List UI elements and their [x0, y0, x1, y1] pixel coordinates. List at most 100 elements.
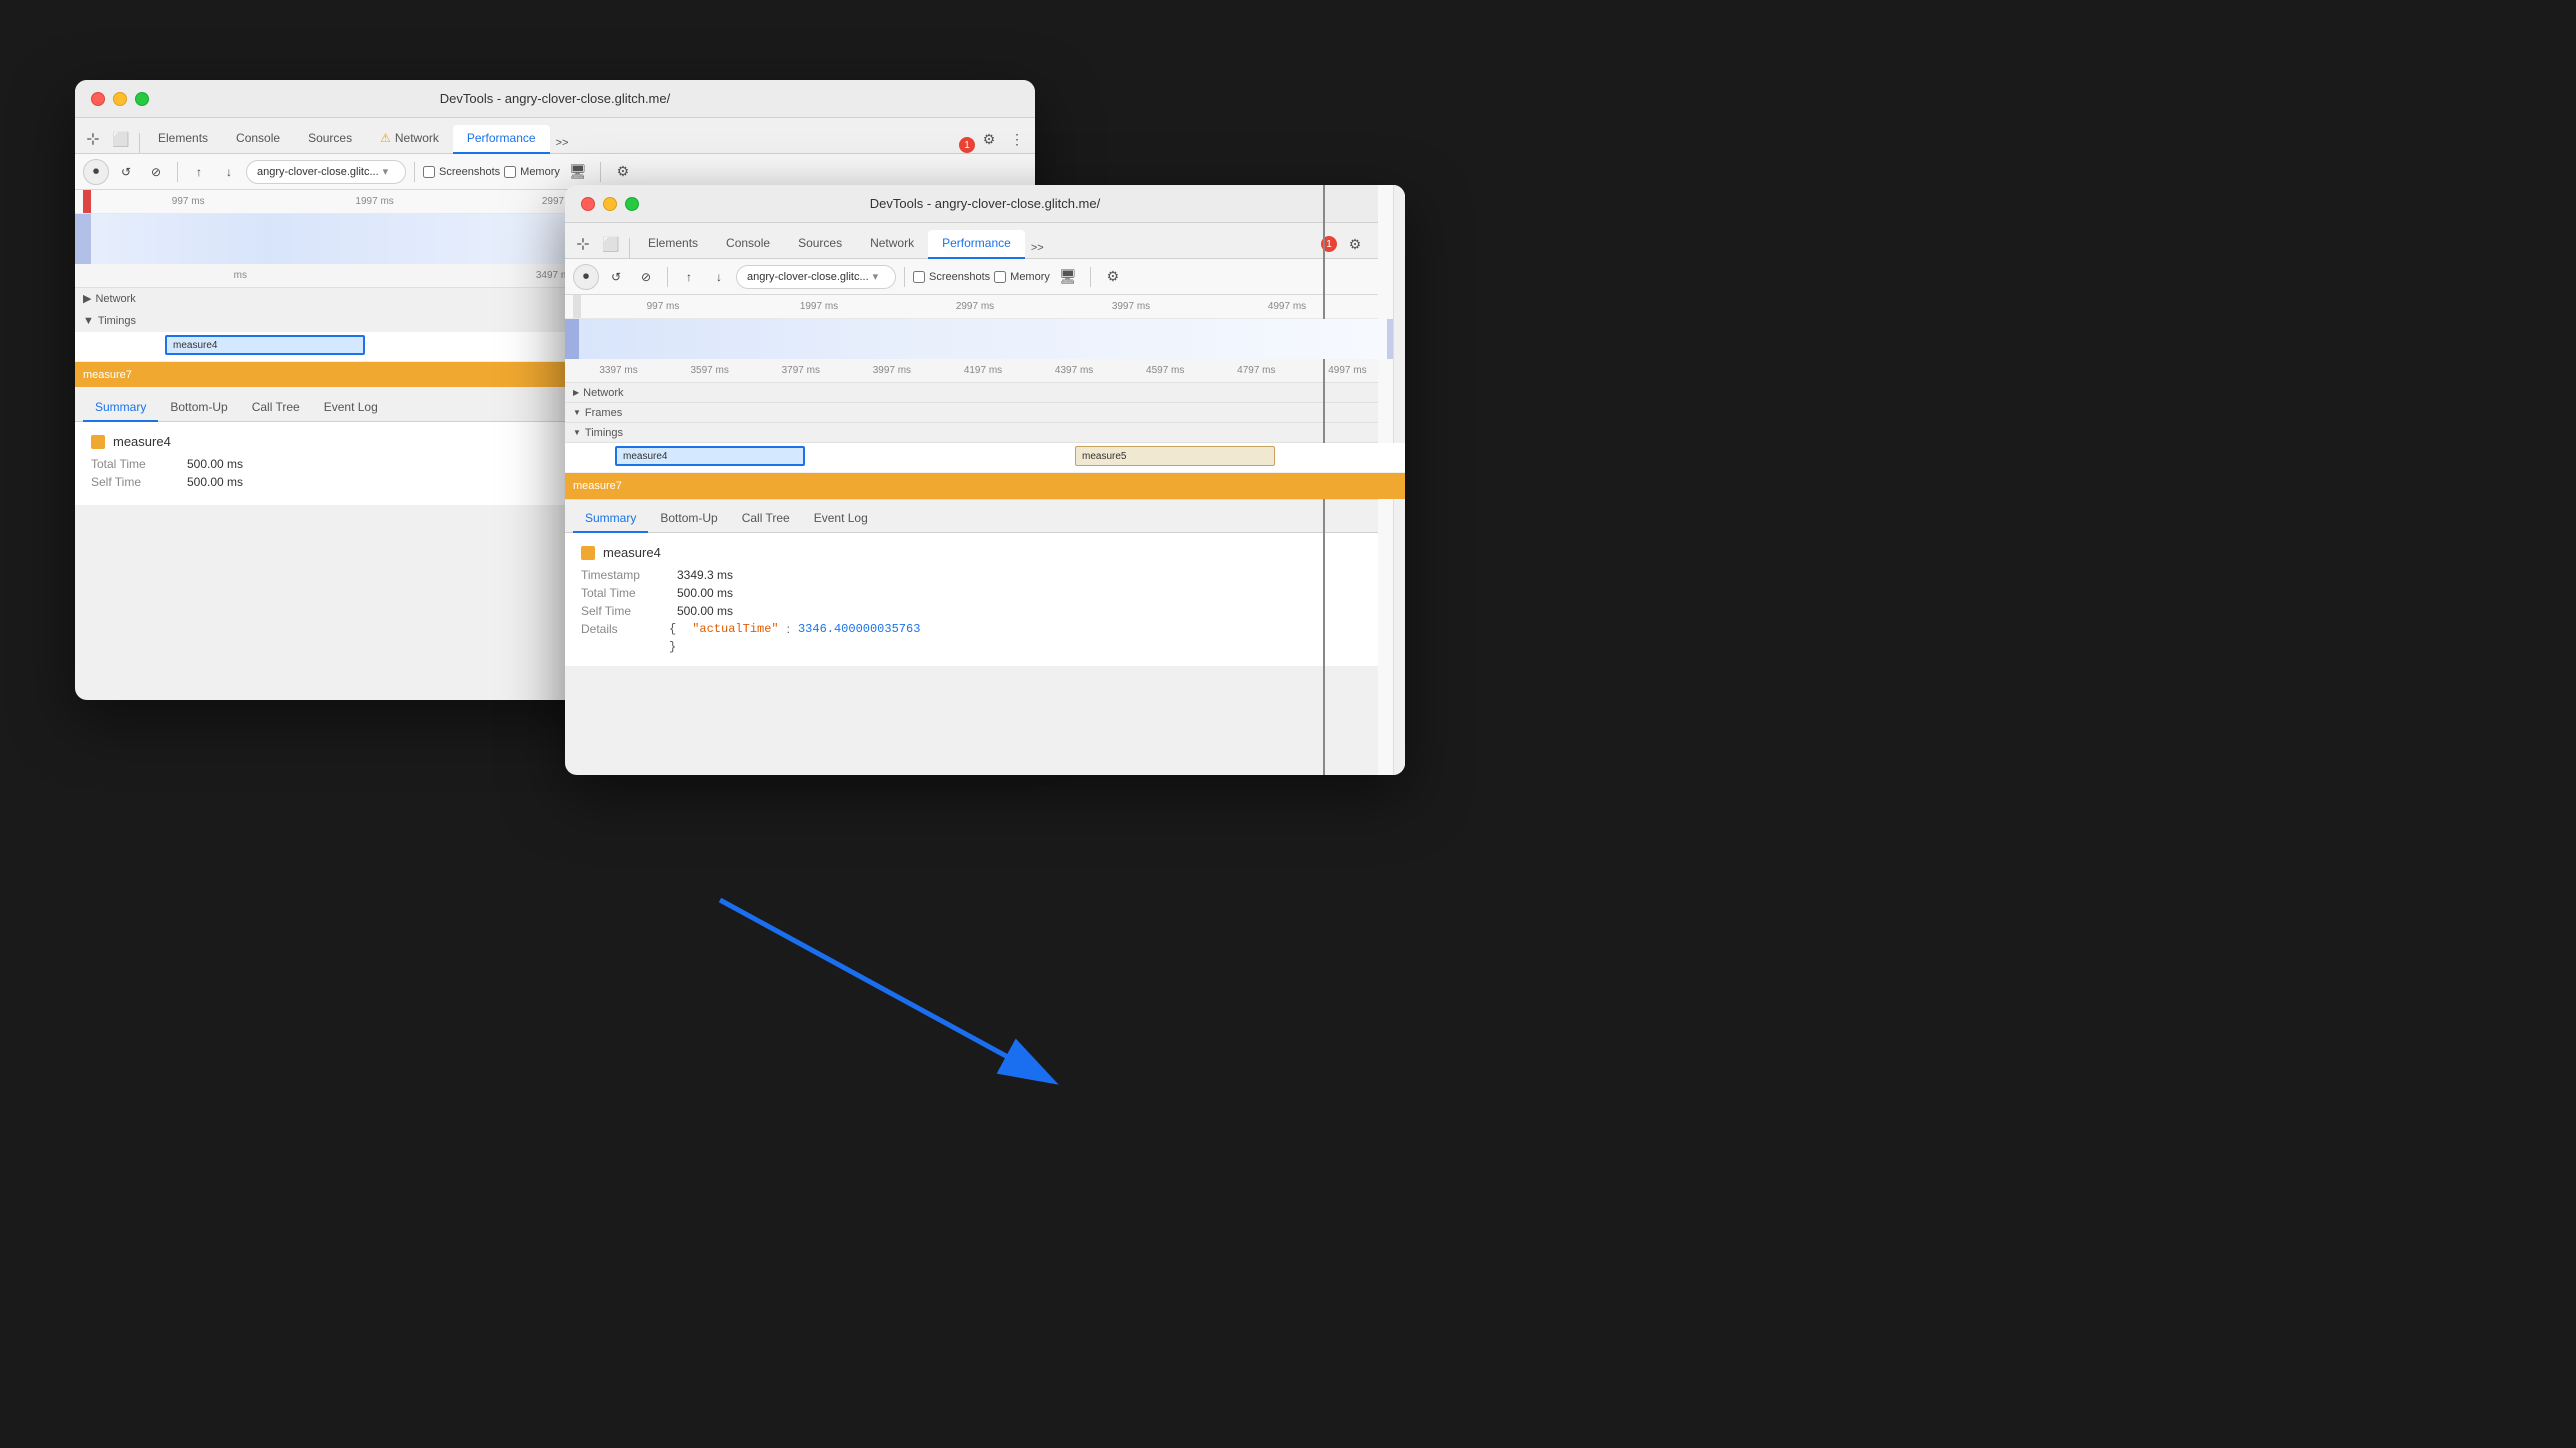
- maximize-button-back[interactable]: [135, 92, 149, 106]
- screenshots-input-back[interactable]: [423, 166, 435, 178]
- timestamp-label-front: Timestamp: [581, 568, 661, 582]
- screenshots-checkbox-front[interactable]: Screenshots: [913, 271, 990, 283]
- tab-sources-back[interactable]: Sources: [294, 125, 366, 154]
- summary-panel-front: measure4 Timestamp 3349.3 ms Total Time …: [565, 533, 1405, 666]
- tab-overflow-back[interactable]: >>: [550, 133, 575, 153]
- total-time-label-front: Total Time: [581, 586, 661, 600]
- tab-overflow-front[interactable]: >>: [1025, 238, 1050, 258]
- ruler-mark-b1-back: ms: [83, 270, 398, 281]
- measure7-bar-front[interactable]: measure7: [565, 473, 1405, 499]
- frames-triangle-front: ▼: [573, 408, 581, 417]
- summary-color-swatch-back: [91, 435, 105, 449]
- minimize-button-back[interactable]: [113, 92, 127, 106]
- memory-checkbox-back[interactable]: Memory: [504, 166, 560, 178]
- total-time-value-front: 500.00 ms: [677, 586, 733, 600]
- tab-eventlog-front[interactable]: Event Log: [802, 505, 880, 533]
- minimize-button-front[interactable]: [603, 197, 617, 211]
- device-icon[interactable]: ⬜: [107, 125, 135, 153]
- tab-bar-back: ⊹ ⬜ Elements Console Sources ⚠Network Pe…: [75, 118, 1035, 154]
- tab-network-back[interactable]: ⚠Network: [366, 125, 453, 154]
- self-time-label-front: Self Time: [581, 604, 661, 618]
- screenshots-checkbox-back[interactable]: Screenshots: [423, 166, 500, 178]
- clear-btn-front[interactable]: ⊘: [633, 264, 659, 290]
- perf-settings-icon-front[interactable]: ⚙: [1099, 263, 1127, 291]
- inspect-icon-front[interactable]: ⊹: [569, 230, 597, 258]
- perf-sep1-back: [177, 162, 178, 182]
- network-section-front[interactable]: ▶ Network: [565, 383, 1405, 403]
- ruler-mark-b8-front: 4797 ms: [1211, 365, 1302, 376]
- clear-btn-back[interactable]: ⊘: [143, 159, 169, 185]
- summary-total-time-front: Total Time 500.00 ms: [581, 586, 1389, 600]
- tab-sources-front[interactable]: Sources: [784, 230, 856, 259]
- download-btn-back[interactable]: ↓: [216, 159, 242, 185]
- cpu-throttle-icon-back[interactable]: 🖥: [564, 158, 592, 186]
- tab-calltree-back[interactable]: Call Tree: [240, 394, 312, 422]
- settings-icon-back[interactable]: ⚙: [975, 125, 1003, 153]
- self-time-label-back: Self Time: [91, 475, 171, 489]
- tab-console-back[interactable]: Console: [222, 125, 294, 154]
- perf-sep2-back: [414, 162, 415, 182]
- perf-sep1-front: [667, 267, 668, 287]
- memory-input-back[interactable]: [504, 166, 516, 178]
- measure5-bar-front[interactable]: measure5: [1075, 446, 1275, 466]
- measure4-bar-front[interactable]: measure4: [615, 446, 805, 466]
- ruler-mark-b1-front: 3397 ms: [573, 365, 664, 376]
- ruler-mark-5-front: 4997 ms: [1209, 301, 1365, 312]
- tab-bottomup-front[interactable]: Bottom-Up: [648, 505, 729, 533]
- reload-btn-front[interactable]: ↺: [603, 264, 629, 290]
- close-button-front[interactable]: [581, 197, 595, 211]
- memory-checkbox-front[interactable]: Memory: [994, 271, 1050, 283]
- inspect-icon[interactable]: ⊹: [79, 125, 107, 153]
- tab-calltree-front[interactable]: Call Tree: [730, 505, 802, 533]
- close-button-back[interactable]: [91, 92, 105, 106]
- upload-btn-front[interactable]: ↑: [676, 264, 702, 290]
- ruler-mark-4-front: 3997 ms: [1053, 301, 1209, 312]
- ruler-mark-b5-front: 4197 ms: [937, 365, 1028, 376]
- timings-measure7-row-front: measure7: [565, 473, 1405, 499]
- tab-elements-back[interactable]: Elements: [144, 125, 222, 154]
- upload-btn-back[interactable]: ↑: [186, 159, 212, 185]
- summary-self-time-front: Self Time 500.00 ms: [581, 604, 1389, 618]
- tab-performance-back[interactable]: Performance: [453, 125, 550, 154]
- tab-network-front[interactable]: Network: [856, 230, 928, 259]
- ruler-mark-2-back: 1997 ms: [281, 196, 467, 207]
- tab-elements-front[interactable]: Elements: [634, 230, 712, 259]
- window-title-back: DevTools - angry-clover-close.glitch.me/: [440, 91, 670, 106]
- tab-summary-back[interactable]: Summary: [83, 394, 158, 422]
- memory-input-front[interactable]: [994, 271, 1006, 283]
- url-bar-front[interactable]: angry-clover-close.glitc... ▾: [736, 265, 896, 289]
- summary-timestamp-front: Timestamp 3349.3 ms: [581, 568, 1389, 582]
- record-btn-front[interactable]: ⏺: [573, 264, 599, 290]
- download-btn-front[interactable]: ↓: [706, 264, 732, 290]
- summary-details-close-front: }: [581, 640, 1389, 654]
- maximize-button-front[interactable]: [625, 197, 639, 211]
- self-time-value-front: 500.00 ms: [677, 604, 733, 618]
- tab-performance-front[interactable]: Performance: [928, 230, 1025, 259]
- summary-color-swatch-front: [581, 546, 595, 560]
- settings-icon-front[interactable]: ⚙: [1341, 230, 1369, 258]
- measure4-bar-back[interactable]: measure4: [165, 335, 365, 355]
- frames-section-front[interactable]: ▼ Frames: [565, 403, 1405, 423]
- timestamp-value-front: 3349.3 ms: [677, 568, 733, 582]
- tab-bottomup-back[interactable]: Bottom-Up: [158, 394, 239, 422]
- ruler-mark-3-front: 2997 ms: [897, 301, 1053, 312]
- screenshots-input-front[interactable]: [913, 271, 925, 283]
- timings-section-front[interactable]: ▼ Timings: [565, 423, 1405, 443]
- device-icon-front[interactable]: ⬜: [597, 230, 625, 258]
- url-bar-back[interactable]: angry-clover-close.glitc... ▾: [246, 160, 406, 184]
- network-triangle-front: ▶: [573, 388, 579, 397]
- tab-console-front[interactable]: Console: [712, 230, 784, 259]
- timeline-cursor-front: [1323, 295, 1325, 319]
- tab-summary-front[interactable]: Summary: [573, 505, 648, 533]
- more-icon-back[interactable]: ⋮: [1003, 125, 1031, 153]
- net-spike-back: [75, 214, 91, 264]
- tab-eventlog-back[interactable]: Event Log: [312, 394, 390, 422]
- cpu-throttle-icon-front[interactable]: 🖥: [1054, 263, 1082, 291]
- reload-btn-back[interactable]: ↺: [113, 159, 139, 185]
- record-btn-back[interactable]: ⏺: [83, 159, 109, 185]
- ruler-mark-b6-front: 4397 ms: [1029, 365, 1120, 376]
- details-indent-front: [581, 640, 661, 654]
- tab-separator-front: [629, 238, 630, 258]
- perf-settings-icon-back[interactable]: ⚙: [609, 158, 637, 186]
- details-value-front: 3346.400000035763: [798, 622, 920, 636]
